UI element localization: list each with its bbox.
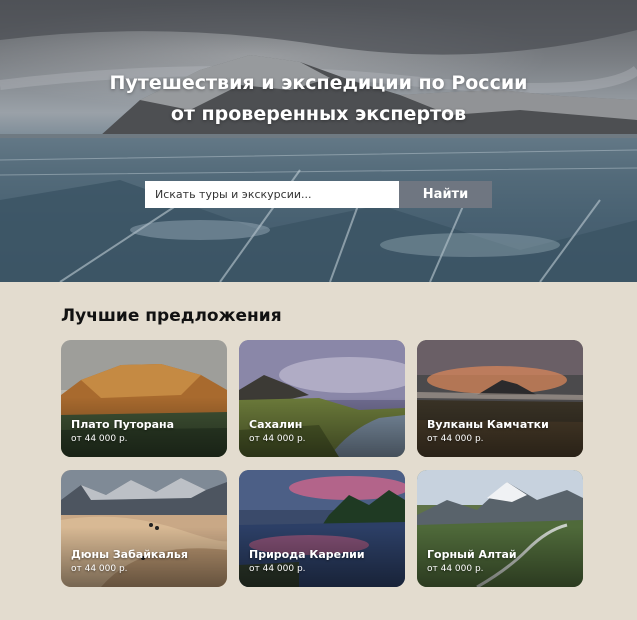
offer-name: Природа Карелии — [249, 548, 365, 561]
hero-title-line1: Путешествия и экспедиции по России — [109, 72, 528, 94]
hero-title: Путешествия и экспедиции по России от пр… — [0, 68, 637, 130]
offers-title: Лучшие предложения — [61, 306, 282, 326]
offer-price: от 44 000 р. — [71, 434, 128, 444]
offer-name: Сахалин — [249, 418, 303, 431]
offer-price: от 44 000 р. — [249, 434, 306, 444]
hero-title-line2: от проверенных экспертов — [170, 103, 467, 125]
search-input[interactable] — [145, 181, 399, 208]
hero-background-image — [0, 0, 637, 282]
search-bar: Найти — [145, 181, 492, 208]
offers-grid: Плато Путорана от 44 000 р. Сахалин от 4… — [61, 340, 583, 587]
offer-card-sakhalin[interactable]: Сахалин от 44 000 р. — [239, 340, 405, 457]
offer-card-karelia[interactable]: Природа Карелии от 44 000 р. — [239, 470, 405, 587]
offer-price: от 44 000 р. — [427, 564, 484, 574]
search-button[interactable]: Найти — [399, 181, 492, 208]
offer-name: Вулканы Камчатки — [427, 418, 549, 431]
offer-card-kamchatka[interactable]: Вулканы Камчатки от 44 000 р. — [417, 340, 583, 457]
offer-price: от 44 000 р. — [71, 564, 128, 574]
hero-banner: Путешествия и экспедиции по России от пр… — [0, 0, 637, 282]
offer-card-altai[interactable]: Горный Алтай от 44 000 р. — [417, 470, 583, 587]
offer-name: Плато Путорана — [71, 418, 175, 431]
offer-name: Горный Алтай — [427, 548, 517, 561]
offer-card-dunes[interactable]: Дюны Забайкалья от 44 000 р. — [61, 470, 227, 587]
offer-price: от 44 000 р. — [427, 434, 484, 444]
offer-price: от 44 000 р. — [249, 564, 306, 574]
offer-card-putorana[interactable]: Плато Путорана от 44 000 р. — [61, 340, 227, 457]
offer-name: Дюны Забайкалья — [71, 548, 188, 561]
